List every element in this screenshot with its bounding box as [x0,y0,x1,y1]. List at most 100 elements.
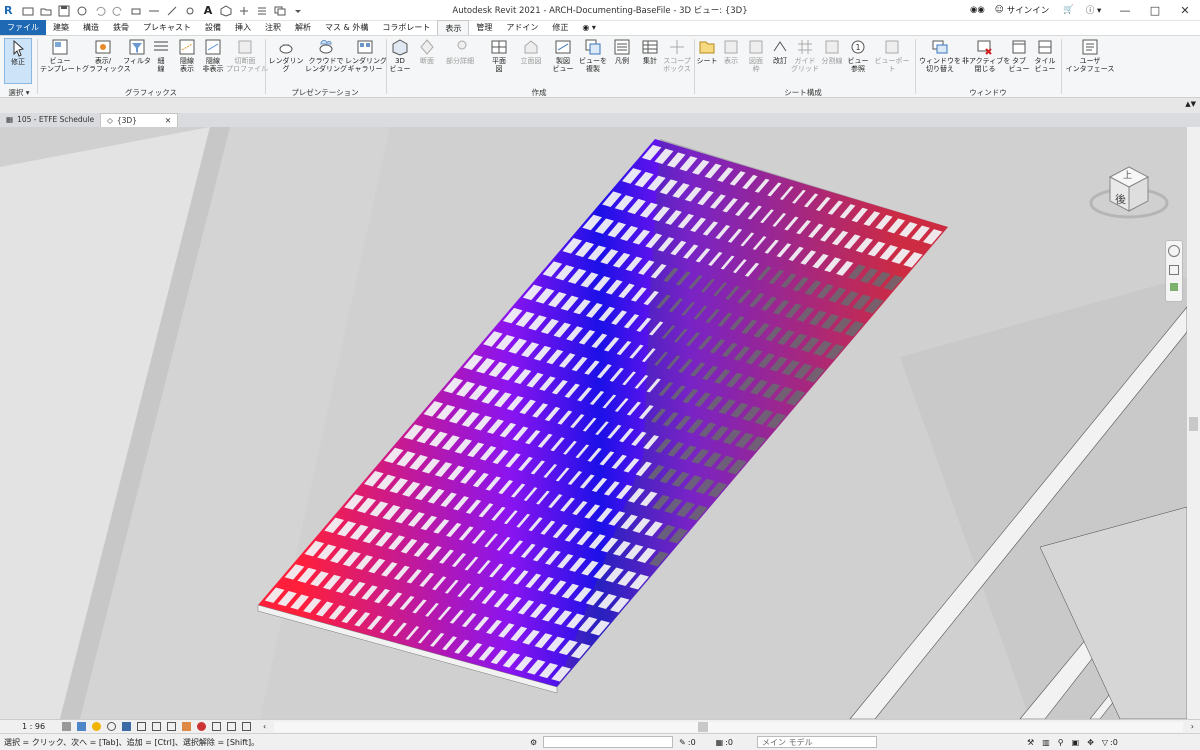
window-panel-label[interactable]: ウィンドウ [918,87,1058,98]
view-cube-top-label[interactable]: 上 [1123,168,1132,181]
viewports-button[interactable]: ビューポート [872,38,912,73]
user-icon[interactable]: ☺ [995,5,1004,15]
view-template-button[interactable]: ビュー テンプレート [40,38,82,73]
workset-dropdown[interactable] [543,736,674,748]
tab-massing[interactable]: マス & 外構 [318,20,375,35]
lock-view-icon[interactable] [167,722,176,731]
view-reference-button[interactable]: 1 ビュー 参照 [844,38,872,73]
view-cube-back-label[interactable]: 後 [1115,191,1126,207]
tab-steel[interactable]: 鉄骨 [106,20,136,35]
zoom-icon[interactable] [1169,265,1179,275]
sheet-button[interactable]: シート [694,38,720,65]
section-button[interactable]: 断面 [414,38,440,65]
binoculars-icon[interactable]: ◉◉ [970,5,985,15]
options-scroll-icon[interactable]: ▲▼ [1185,100,1196,108]
horizontal-scrollbar[interactable] [274,721,1183,732]
select-panel-label[interactable]: 選択 ▾ [4,87,34,98]
tab-architecture[interactable]: 建築 [46,20,76,35]
scroll-right-icon[interactable]: › [1191,722,1194,731]
drafting-view-button[interactable]: 製図 ビュー [548,38,578,73]
create-panel-label[interactable]: 作成 [386,87,692,98]
modify-button[interactable]: 修正 [4,38,32,84]
close-icon[interactable]: ✕ [1170,0,1200,21]
highlight-displacement-icon[interactable] [227,722,236,731]
duplicate-view-button[interactable]: ビューを 複製 [576,38,610,73]
close-inactive-button[interactable]: 非アクティブを 閉じる [962,38,1010,73]
sheet-panel-label[interactable]: シート構成 [694,87,912,98]
select-links-icon[interactable]: ⚒ [1027,738,1034,747]
shadows-icon[interactable] [107,722,116,731]
scroll-thumb[interactable] [1189,417,1198,431]
help-icon[interactable]: ⓘ ▾ [1086,4,1101,16]
tab-structure[interactable]: 構造 [76,20,106,35]
tab-systems[interactable]: 設備 [198,20,228,35]
render-button[interactable]: レンダリング [267,38,305,73]
tab-collaborate[interactable]: コラボレート [375,20,437,35]
remove-hidden-lines-button[interactable]: 隠線 非表示 [198,38,228,73]
doc-tab-3d[interactable]: ◇ {3D} ✕ [100,113,179,128]
viewbar-expand-icon[interactable]: ‹ [263,722,266,731]
signin-link[interactable]: サインイン [1007,4,1050,16]
plan-views-button[interactable]: 平面 図 [484,38,514,73]
render-cloud-button[interactable]: クラウドで レンダリング [305,38,347,73]
tab-addins[interactable]: アドイン [499,20,545,35]
reveal-hidden-icon[interactable] [197,722,206,731]
visibility-graphics-button[interactable]: 表示/ グラフィックス [82,38,131,73]
user-interface-button[interactable]: ユーザ インタフェース [1064,38,1116,73]
show-crop-icon[interactable] [152,722,161,731]
steering-wheel-icon[interactable] [1168,245,1180,257]
tile-views-button[interactable]: タイル ビュー [1032,38,1058,73]
sun-path-icon[interactable] [92,722,101,731]
zoom-extents-icon[interactable] [1170,283,1178,291]
tab-precast[interactable]: プレキャスト [136,20,198,35]
crop-view-icon[interactable] [137,722,146,731]
view-cube[interactable]: 上 後 [1088,155,1170,223]
elevation-button[interactable]: 立面図 [516,38,546,65]
thin-lines-button[interactable]: 細 線 [148,38,174,73]
filter-icon[interactable]: ▽ [1102,738,1108,747]
detail-level-icon[interactable] [62,722,71,731]
cut-profile-button[interactable]: 切断面 プロファイル [226,38,268,73]
callout-button[interactable]: 部分詳細 [442,38,478,65]
switch-windows-button[interactable]: ウィンドウを 切り替え [918,38,962,73]
analytical-model-icon[interactable] [212,722,221,731]
model-canvas[interactable] [0,127,1187,719]
panel-toggle-icon[interactable]: ◉ ▾ [575,20,603,35]
cart-icon[interactable]: 🛒 [1063,5,1074,15]
worksharing-icon[interactable]: ⚙ [530,738,537,747]
3d-viewport[interactable]: 上 後 [0,127,1187,719]
view-scale[interactable]: 1 : 96 [22,722,62,731]
design-option-dropdown[interactable]: メイン モデル [757,736,878,748]
tab-analyze[interactable]: 解析 [288,20,318,35]
tab-modify[interactable]: 修正 [545,20,575,35]
place-view-button[interactable]: 表示 [718,38,744,65]
doc-tab-schedule[interactable]: ▦ 105 - ETFE Schedule [0,113,100,127]
tab-annotate[interactable]: 注釈 [258,20,288,35]
close-tab-icon[interactable]: ✕ [165,114,171,128]
render-gallery-button[interactable]: レンダリング ギャラリー [345,38,387,73]
editing-requests-icon[interactable]: ✎ [679,738,686,747]
select-pinned-icon[interactable]: ⚲ [1058,738,1064,747]
tab-view[interactable]: 表示 [437,20,470,35]
select-underlay-icon[interactable]: ▥ [1042,738,1050,747]
scroll-thumb[interactable] [698,721,709,732]
vertical-scrollbar[interactable] [1187,127,1200,719]
filter-count-icon[interactable]: ▦ [716,738,724,747]
presentation-panel-label[interactable]: プレゼンテーション [267,87,383,98]
maximize-icon[interactable]: □ [1140,0,1170,21]
minimize-icon[interactable]: — [1110,0,1140,21]
temporary-hide-icon[interactable] [182,722,191,731]
tab-views-button[interactable]: タブ ビュー [1006,38,1032,73]
reveal-constraints-icon[interactable] [242,722,251,731]
scope-box-button[interactable]: スコープ ボックス [662,38,692,73]
graphics-panel-label[interactable]: グラフィックス [40,87,262,98]
tab-insert[interactable]: 挿入 [228,20,258,35]
select-by-face-icon[interactable]: ▣ [1072,738,1080,747]
tab-file[interactable]: ファイル [0,20,46,35]
legends-button[interactable]: 凡例 [608,38,636,65]
schedules-button[interactable]: 集計 [636,38,664,65]
visual-style-icon[interactable] [77,722,86,731]
drag-elements-icon[interactable]: ✥ [1087,738,1094,747]
3d-view-button[interactable]: 3D ビュー [386,38,414,73]
tab-manage[interactable]: 管理 [469,20,499,35]
